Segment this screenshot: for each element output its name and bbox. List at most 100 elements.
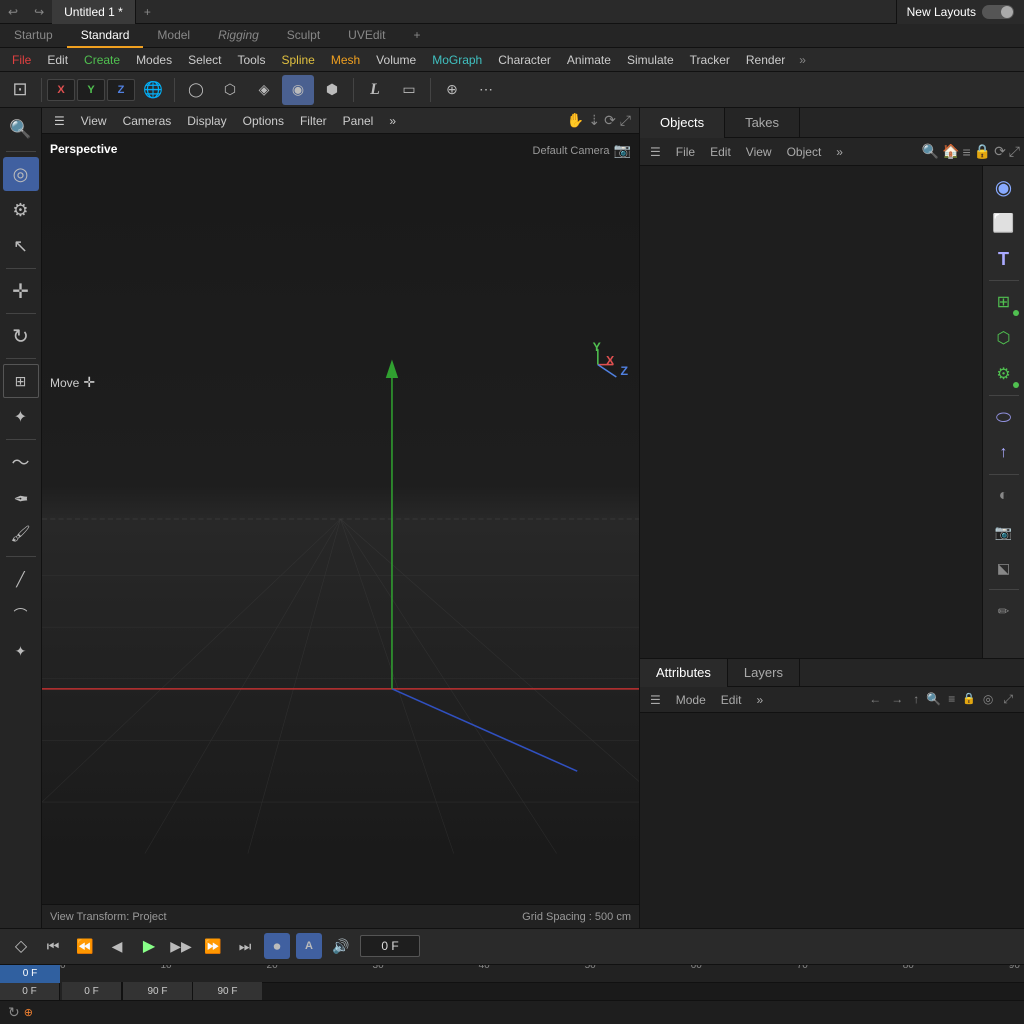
toolbar-snap-btn[interactable]: ⊡ [4, 75, 36, 105]
vp-menu-panel[interactable]: Panel [339, 114, 378, 128]
tab-add-workflow[interactable]: + [400, 24, 435, 48]
left-scale-btn[interactable]: ⊞ [3, 364, 39, 398]
menu-simulate[interactable]: Simulate [619, 48, 682, 72]
menu-mograph[interactable]: MoGraph [424, 48, 490, 72]
coord-z[interactable]: Z [107, 79, 135, 101]
left-gear-btn[interactable]: ⚙ [3, 193, 39, 227]
coord-y[interactable]: Y [77, 79, 105, 101]
tl-play-btn[interactable]: ▶ [136, 933, 162, 959]
menu-tracker[interactable]: Tracker [682, 48, 738, 72]
attr-hamburger[interactable]: ☰ [644, 689, 667, 711]
obj-menu-file[interactable]: File [670, 141, 701, 163]
home-icon[interactable]: 🏠 [942, 143, 959, 160]
attr-search-icon[interactable]: 🔍 [926, 692, 941, 707]
left-particles-btn[interactable]: ✦ [3, 634, 39, 668]
tl-autokey-btn[interactable]: A [296, 933, 322, 959]
vp-menu-view[interactable]: View [77, 114, 111, 128]
tab-takes[interactable]: Takes [725, 108, 800, 138]
tab-model[interactable]: Model [143, 24, 204, 48]
tl-step-end-btn[interactable]: ⏭ [232, 933, 258, 959]
toolbar-l-btn[interactable]: L [359, 75, 391, 105]
obj-menu-edit[interactable]: Edit [704, 141, 737, 163]
tab-uvedit[interactable]: UVEdit [334, 24, 399, 48]
search-icon[interactable]: 🔍 [922, 143, 939, 160]
layouts-toggle[interactable] [982, 5, 1014, 19]
toolbar-subdiv-btn[interactable]: ◈ [248, 75, 280, 105]
menu-select[interactable]: Select [180, 48, 229, 72]
obj-spline-btn[interactable]: ⬭ [986, 400, 1022, 434]
toolbar-mesh-btn[interactable]: ⬢ [316, 75, 348, 105]
vp-menu-filter[interactable]: Filter [296, 114, 331, 128]
document-tab-active[interactable]: Untitled 1 * [52, 0, 136, 24]
tl-key-icon[interactable]: ◇ [8, 933, 34, 959]
tl-step-start-btn[interactable]: ⏮ [40, 933, 66, 959]
expand-icon[interactable]: ⤢ [1009, 143, 1020, 160]
vp-menu-options[interactable]: Options [239, 114, 288, 128]
toolbar-more-btn[interactable]: ⋯ [470, 75, 502, 105]
tab-rigging[interactable]: Rigging [204, 24, 273, 48]
attr-menu-mode[interactable]: Mode [670, 689, 712, 711]
toolbar-rect-btn[interactable]: ▭ [393, 75, 425, 105]
obj-hamburger[interactable]: ☰ [644, 141, 667, 163]
menu-volume[interactable]: Volume [368, 48, 424, 72]
menu-render[interactable]: Render [738, 48, 793, 72]
left-brush-btn[interactable]: 🖌 [3, 517, 39, 551]
tab-startup[interactable]: Startup [0, 24, 67, 48]
attr-lock2-icon[interactable]: 🔒 [962, 692, 976, 707]
left-search-btn[interactable]: 🔍 [3, 112, 39, 146]
obj-sphere-btn[interactable]: ◉ [986, 170, 1022, 204]
tl-prev-key-btn[interactable]: ⏪ [72, 933, 98, 959]
obj-arrow-btn[interactable]: ↑ [986, 436, 1022, 470]
tab-sculpt[interactable]: Sculpt [273, 24, 334, 48]
menu-modes[interactable]: Modes [128, 48, 180, 72]
obj-menu-object[interactable]: Object [781, 141, 828, 163]
vp-down-icon[interactable]: ⇣ [588, 112, 600, 129]
tl-current-frame[interactable]: 0 F [360, 935, 420, 957]
attr-list-icon[interactable]: ≡ [945, 692, 958, 707]
add-tab-btn[interactable]: + [136, 5, 159, 19]
redo-btn[interactable]: ↪ [26, 0, 52, 24]
obj-text-btn[interactable]: T [986, 242, 1022, 276]
viewport-canvas[interactable]: Perspective Default Camera 📷 Move ✛ [42, 134, 639, 904]
obj-menu-view[interactable]: View [740, 141, 778, 163]
viewport-area[interactable]: ☰ View Cameras Display Options Filter Pa… [42, 108, 639, 928]
vp-refresh-icon[interactable]: ⟳ [604, 112, 616, 129]
tl-back-btn[interactable]: ◀ [104, 933, 130, 959]
toolbar-world-btn[interactable]: 🌐 [137, 75, 169, 105]
obj-menu-more[interactable]: » [830, 141, 849, 163]
left-curve-btn[interactable]: ⌒ [3, 598, 39, 632]
attr-fwd-icon[interactable]: → [888, 692, 906, 707]
attr-back-icon[interactable]: ← [866, 692, 884, 707]
tl-fwd-btn[interactable]: ▶▶ [168, 933, 194, 959]
filter-icon[interactable]: ≡ [962, 144, 970, 160]
coord-x[interactable]: X [47, 79, 75, 101]
obj-arc-btn[interactable]: ◐ [986, 479, 1022, 513]
menu-animate[interactable]: Animate [559, 48, 619, 72]
undo-btn[interactable]: ↩ [0, 0, 26, 24]
vp-hand-icon[interactable]: ✋ [567, 112, 584, 129]
menu-file[interactable]: File [4, 48, 39, 72]
obj-cube-btn[interactable]: ⬜ [986, 206, 1022, 240]
left-stroke-btn[interactable]: ╱ [3, 562, 39, 596]
menu-mesh[interactable]: Mesh [323, 48, 368, 72]
obj-selection-btn[interactable]: ⊞ [986, 285, 1022, 319]
vp-menu-display[interactable]: Display [183, 114, 230, 128]
toolbar-move-snap[interactable]: ⊕ [436, 75, 468, 105]
obj-camera-btn[interactable]: 📷 [986, 515, 1022, 549]
toolbar-poly-btn[interactable]: ⬡ [214, 75, 246, 105]
attr-expand2-icon[interactable]: ⤢ [1000, 692, 1016, 707]
left-multi-btn[interactable]: ✦ [3, 400, 39, 434]
timeline-frames[interactable]: 0 F 0 10 20 30 40 50 60 70 80 90 0 F [0, 965, 1024, 1001]
tab-layers[interactable]: Layers [728, 659, 800, 687]
vp-hamburger[interactable]: ☰ [50, 114, 69, 128]
lock-icon[interactable]: 🔒 [974, 143, 991, 160]
left-move-btn[interactable]: ✛ [3, 274, 39, 308]
toolbar-null-btn[interactable]: ◯ [180, 75, 212, 105]
obj-deformer-btn[interactable]: ⬡ [986, 321, 1022, 355]
obj-display-btn[interactable]: ⬕ [986, 551, 1022, 585]
attr-circle-icon[interactable]: ◎ [980, 692, 996, 707]
tl-record-btn[interactable]: ⏺ [264, 933, 290, 959]
menu-create[interactable]: Create [76, 48, 128, 72]
vp-expand-icon[interactable]: ⤢ [620, 112, 631, 129]
attr-menu-edit[interactable]: Edit [715, 689, 748, 711]
